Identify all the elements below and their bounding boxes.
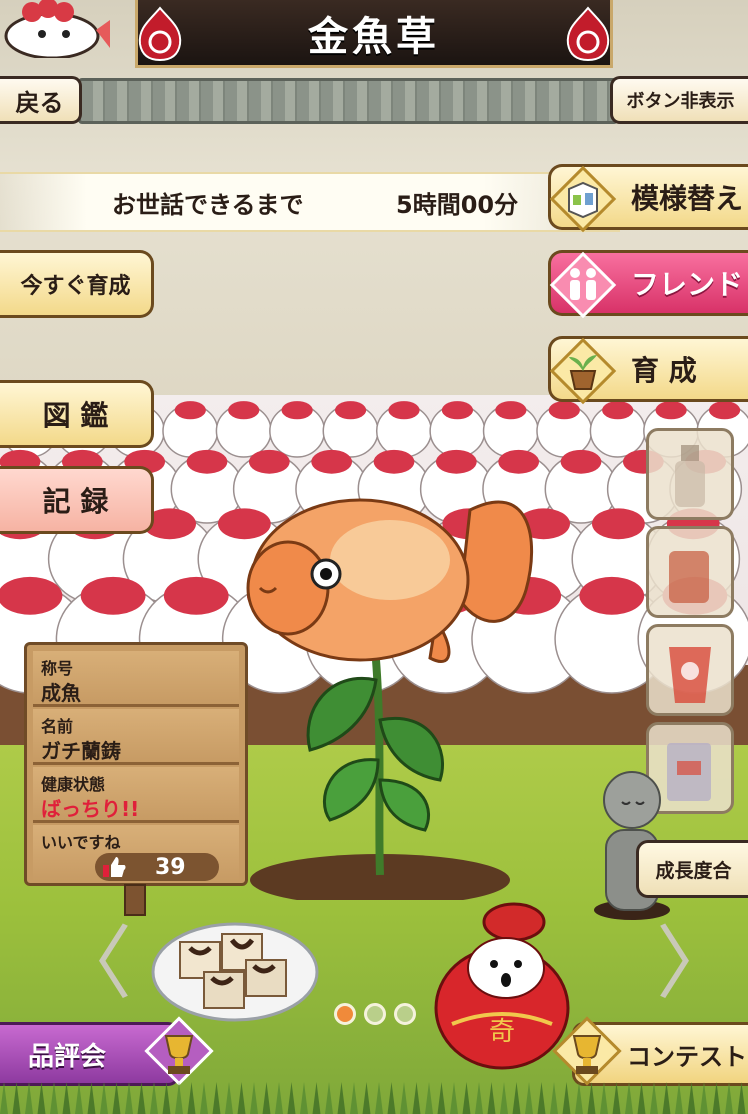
flame-emblem-icon — [566, 6, 610, 62]
contest-label: コンテスト — [627, 1042, 747, 1071]
page-title: 金魚草 — [308, 12, 440, 60]
record-button[interactable]: 記 録 — [0, 466, 154, 534]
care-timer-banner — [0, 172, 620, 232]
growth-level-button[interactable]: 成長度合 — [636, 840, 748, 898]
name-label: 名前 — [41, 717, 74, 736]
likes-row: いいですね 39 — [33, 825, 239, 881]
item-slot-spray[interactable] — [646, 428, 734, 520]
health-row: 健康状態 ばっちり!! — [33, 767, 239, 823]
health-label: 健康状態 — [41, 775, 106, 794]
back-button[interactable]: 戻る — [0, 76, 82, 124]
title-banner: 金魚草 — [135, 0, 613, 68]
pattern-change-label: 模様替え — [631, 182, 744, 215]
show-event-label: 品評会 — [28, 1041, 107, 1072]
title-row: 称号 成魚 — [33, 651, 239, 707]
grow-button[interactable]: 育 成 — [548, 336, 748, 405]
grow-now-button[interactable]: 今すぐ育成 — [0, 250, 154, 318]
pattern-change-button[interactable]: 模様替え — [548, 164, 748, 233]
likes-count: 39 — [155, 855, 186, 880]
likes-counter[interactable]: 39 — [95, 853, 219, 881]
previous-arrow[interactable]: 〈 — [52, 920, 132, 1008]
name-value: ガチ蘭鋳 — [41, 739, 121, 763]
fence-decoration — [78, 78, 618, 124]
mascot-fish-icon — [4, 0, 110, 58]
room-icon — [549, 165, 617, 233]
grass-tufts-decoration — [0, 1082, 746, 1114]
grow-label: 育 成 — [631, 354, 697, 387]
encyclopedia-button[interactable]: 図 鑑 — [0, 380, 154, 448]
page-dot-1[interactable] — [334, 1003, 356, 1025]
health-value: ばっちり!! — [41, 797, 140, 821]
kingyoso-plant-illustration — [246, 498, 534, 900]
care-timer-value: 5時間00分 — [396, 191, 519, 219]
cup-icon — [669, 647, 711, 703]
friend-label: フレンド — [631, 268, 744, 301]
friends-icon — [549, 251, 617, 319]
title-label: 称号 — [41, 659, 74, 678]
goldfish-info-sign: 称号 成魚 名前 ガチ蘭鋳 健康状態 ばっちり!! いいですね 39 — [24, 642, 248, 886]
friend-button[interactable]: フレンド — [548, 250, 748, 319]
fertilizer-icon — [669, 551, 709, 603]
item-slot-fertilizer[interactable] — [646, 526, 734, 618]
flame-emblem-icon — [138, 6, 182, 62]
daruma-glyph: 奇 — [489, 1017, 515, 1047]
sprout-pot-icon — [549, 337, 617, 405]
spray-bottle-icon — [675, 445, 705, 507]
sign-post — [124, 884, 146, 916]
name-row: 名前 ガチ蘭鋳 — [33, 709, 239, 765]
likes-label: いいですね — [41, 833, 121, 852]
hide-buttons-button[interactable]: ボタン非表示 — [610, 76, 748, 124]
page-dot-3[interactable] — [394, 1003, 416, 1025]
item-slot-cup[interactable] — [646, 624, 734, 716]
thumbs-up-icon — [103, 857, 126, 877]
page-dot-2[interactable] — [364, 1003, 386, 1025]
next-arrow[interactable]: 〉 — [656, 920, 736, 1008]
tofu-plate-illustration — [151, 922, 319, 1022]
title-value: 成魚 — [41, 681, 81, 705]
care-timer-label: お世話できるまで — [112, 191, 304, 219]
